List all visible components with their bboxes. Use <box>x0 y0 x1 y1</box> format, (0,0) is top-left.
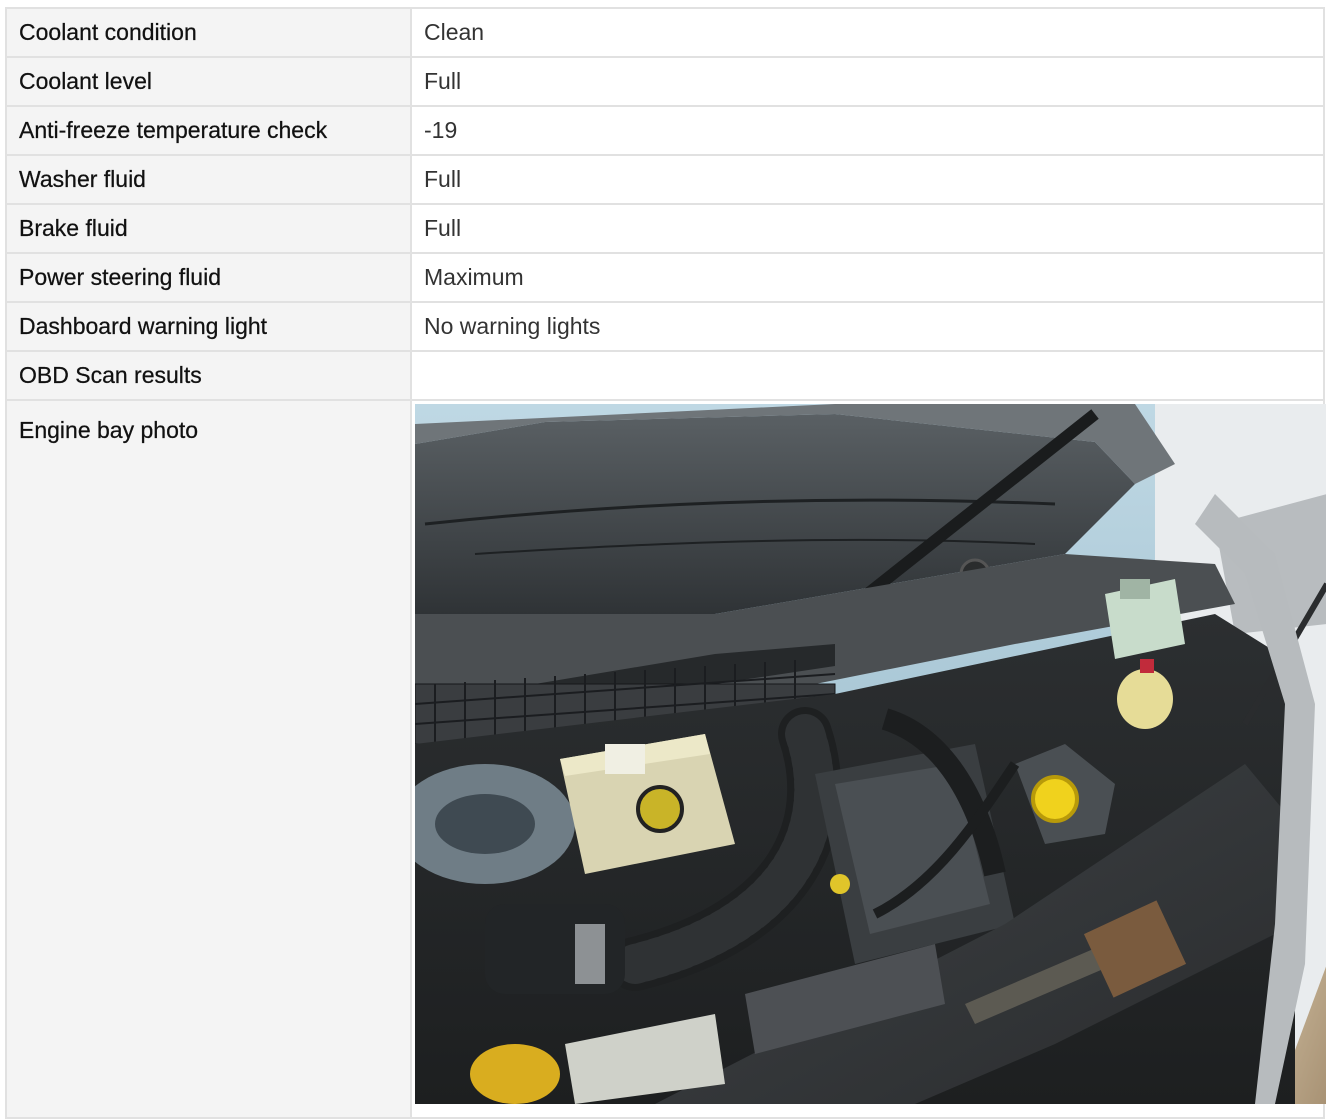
engine-bay-photo[interactable] <box>415 404 1326 1104</box>
row-value: -19 <box>410 105 1325 156</box>
row-label: Brake fluid <box>5 203 412 254</box>
table-row: Coolant condition Clean <box>5 7 1325 58</box>
row-value: Maximum <box>410 252 1325 303</box>
row-label: Power steering fluid <box>5 252 412 303</box>
table-row: Washer fluid Full <box>5 154 1325 205</box>
table-row-photo: Engine bay photo <box>5 399 1326 1119</box>
row-label: Washer fluid <box>5 154 412 205</box>
table-row: Dashboard warning light No warning light… <box>5 301 1325 352</box>
row-value: Full <box>410 56 1325 107</box>
table-row: Anti-freeze temperature check -19 <box>5 105 1325 156</box>
row-label: Dashboard warning light <box>5 301 412 352</box>
table-row: OBD Scan results <box>5 350 1325 401</box>
photo-cell <box>410 399 1326 1119</box>
row-label: Engine bay photo <box>5 399 412 1119</box>
row-value: No warning lights <box>410 301 1325 352</box>
row-value: Clean <box>410 7 1325 58</box>
table-row: Power steering fluid Maximum <box>5 252 1325 303</box>
row-label: Anti-freeze temperature check <box>5 105 412 156</box>
row-value <box>410 350 1325 401</box>
row-label: Coolant condition <box>5 7 412 58</box>
row-value: Full <box>410 154 1325 205</box>
table-row: Coolant level Full <box>5 56 1325 107</box>
inspection-table: Coolant condition Clean Coolant level Fu… <box>5 7 1326 1119</box>
row-label: OBD Scan results <box>5 350 412 401</box>
row-label: Coolant level <box>5 56 412 107</box>
table-row: Brake fluid Full <box>5 203 1325 254</box>
row-value: Full <box>410 203 1325 254</box>
